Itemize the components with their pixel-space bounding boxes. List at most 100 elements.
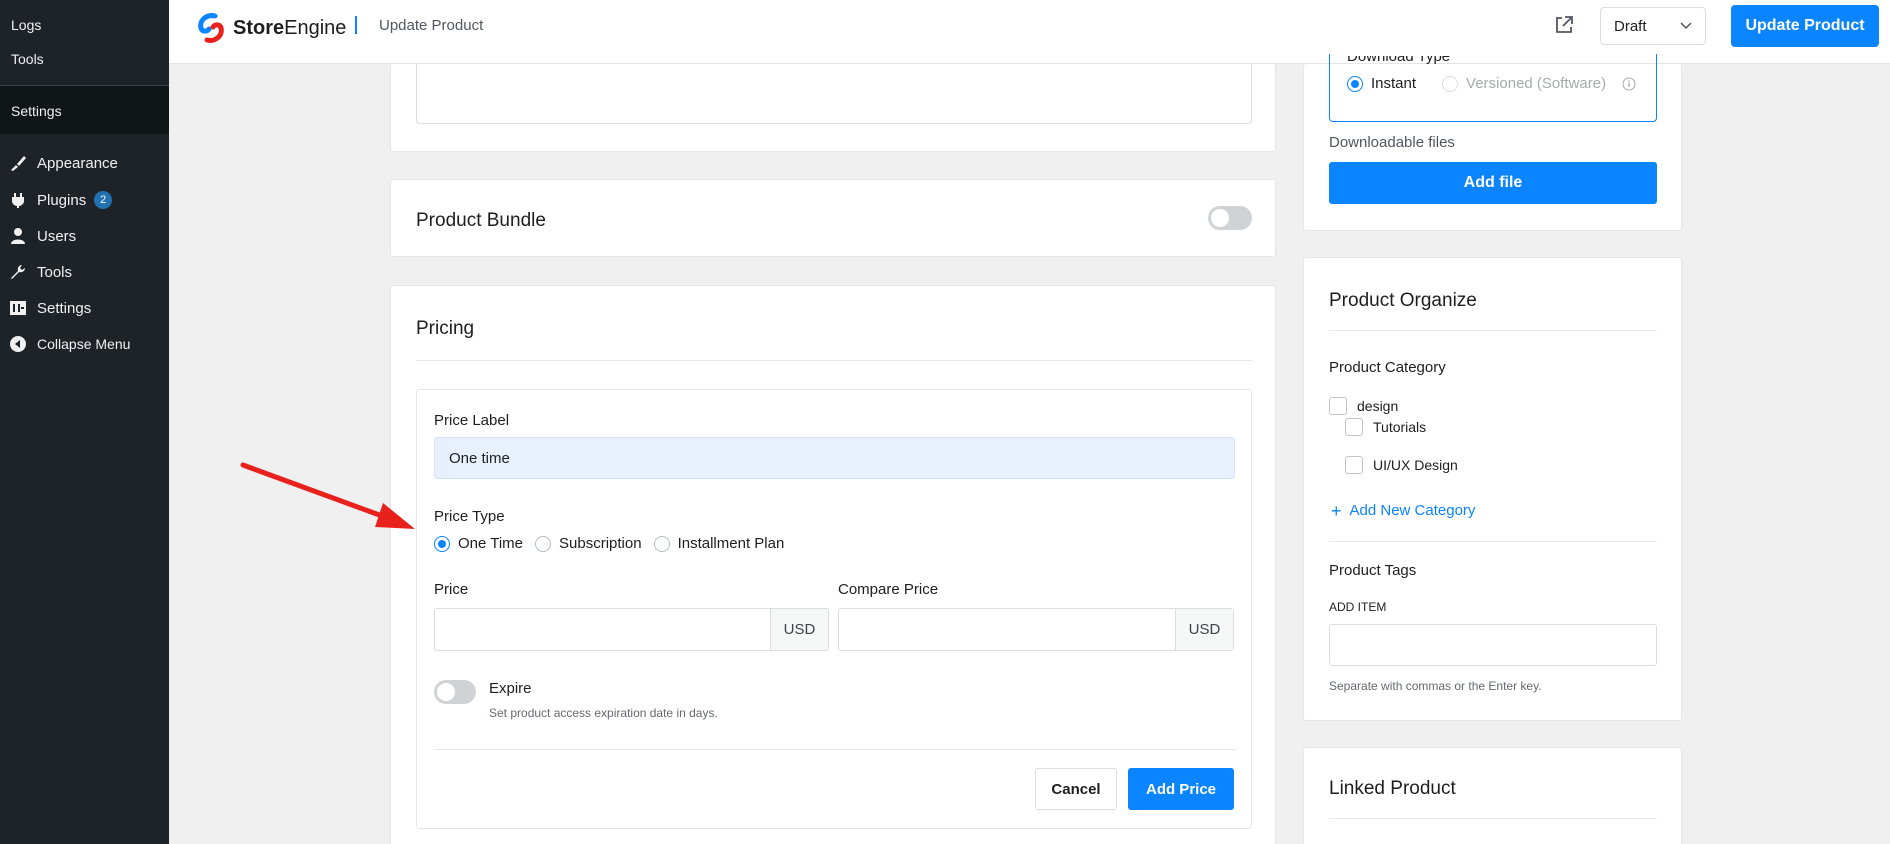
sidebar-item-tools[interactable]: Tools — [9, 261, 72, 283]
price-label-title: Price Label — [434, 412, 510, 429]
expire-title: Expire — [489, 680, 532, 697]
logo-text-light: Engine — [284, 16, 347, 39]
section-title: Linked Product — [1329, 778, 1456, 799]
category-label: Tutorials — [1373, 419, 1427, 435]
category-label: design — [1357, 398, 1399, 414]
category-checkbox[interactable] — [1345, 418, 1363, 436]
sidebar-item-plugins[interactable]: Plugins 2 — [9, 189, 113, 211]
radio-label: Instant — [1371, 75, 1417, 92]
sidebar-item-label: Collapse Menu — [37, 336, 131, 352]
download-type-title: Download Type — [1347, 56, 1451, 65]
sidebar-item-label: Users — [37, 227, 77, 245]
price-form: Price Label One time Price Type One Time… — [416, 389, 1252, 829]
sidebar-item-label: Plugins — [37, 191, 87, 209]
add-file-button[interactable]: Add file — [1329, 162, 1657, 204]
storeengine-logo[interactable]: StoreEngine — [195, 12, 346, 44]
submenu-tools[interactable]: Tools — [11, 51, 44, 67]
radio-one-time[interactable] — [434, 535, 450, 552]
update-product-button[interactable]: Update Product — [1731, 5, 1879, 47]
add-price-button[interactable]: Add Price — [1128, 768, 1234, 810]
compare-price-title: Compare Price — [838, 581, 939, 598]
divider — [1329, 818, 1657, 819]
category-label: UI/UX Design — [1373, 457, 1458, 473]
category-item[interactable]: design — [1329, 397, 1398, 415]
info-icon[interactable] — [1622, 77, 1636, 91]
section-title: Product Organize — [1329, 290, 1477, 311]
price-type-title: Price Type — [434, 508, 505, 525]
price-title: Price — [434, 581, 469, 598]
radio-installment-plan[interactable] — [653, 535, 670, 552]
radio-versioned[interactable] — [1442, 75, 1459, 92]
radio-instant[interactable] — [1347, 75, 1363, 92]
chevron-down-icon — [1680, 22, 1692, 30]
update-count-badge: 2 — [94, 191, 113, 209]
divider — [1329, 330, 1657, 331]
price-type-radio-group: One Time Subscription Installment Plan — [434, 535, 784, 552]
sidebar-item-appearance[interactable]: Appearance — [9, 152, 118, 174]
product-tags-title: Product Tags — [1329, 562, 1417, 579]
status-value: Draft — [1614, 17, 1647, 35]
description-card — [390, 64, 1276, 152]
section-title: Product Bundle — [416, 210, 546, 231]
price-input[interactable]: USD — [434, 608, 829, 651]
collapse-icon — [9, 335, 27, 353]
category-item[interactable]: UI/UX Design — [1345, 456, 1458, 474]
plus-icon: + — [1331, 500, 1342, 521]
header-divider — [355, 16, 357, 34]
storeengine-logo-icon — [198, 13, 224, 43]
sidebar-item-label: Tools — [37, 263, 73, 281]
cancel-button[interactable]: Cancel — [1035, 768, 1117, 810]
expire-toggle[interactable] — [434, 680, 476, 704]
sidebar-item-label: Appearance — [37, 154, 118, 172]
currency-suffix: USD — [1175, 609, 1233, 650]
radio-label: Installment Plan — [677, 535, 785, 552]
download-card: Download Type Instant Versioned (Softwar… — [1303, 54, 1682, 231]
divider — [434, 749, 1235, 750]
category-checkbox[interactable] — [1329, 397, 1347, 415]
submenu-settings[interactable]: Settings — [11, 103, 62, 119]
radio-label: One Time — [458, 535, 524, 552]
wrench-icon — [9, 263, 27, 281]
description-editor[interactable] — [416, 64, 1252, 124]
settings-icon — [9, 299, 27, 317]
divider — [1329, 541, 1657, 542]
collapse-menu-button[interactable]: Collapse Menu — [9, 333, 130, 355]
submenu-logs[interactable]: Logs — [11, 17, 41, 33]
user-icon — [9, 227, 27, 245]
add-category-label: Add New Category — [1349, 502, 1476, 519]
category-item[interactable]: Tutorials — [1345, 418, 1426, 436]
product-bundle-toggle[interactable] — [1208, 206, 1252, 230]
currency-suffix: USD — [770, 609, 828, 650]
sidebar-item-label: Settings — [37, 299, 92, 317]
external-link-icon[interactable] — [1553, 14, 1575, 36]
price-label-input[interactable]: One time — [434, 437, 1235, 479]
linked-product-card: Linked Product — [1303, 747, 1682, 844]
pricing-card: Pricing Price Label One time Price Type … — [390, 285, 1276, 844]
settings-submenu: Settings — [0, 86, 169, 134]
plugin-icon — [9, 191, 27, 209]
logo-text-bold: Store — [233, 16, 285, 39]
product-organize-card: Product Organize Product Category design… — [1303, 257, 1682, 721]
product-bundle-card: Product Bundle — [390, 179, 1276, 257]
status-select[interactable]: Draft — [1600, 7, 1706, 45]
page-title: Update Product — [379, 17, 484, 34]
annotation-arrow-icon — [240, 462, 415, 529]
sidebar-item-users[interactable]: Users — [9, 225, 76, 247]
expire-help-text: Set product access expiration date in da… — [489, 706, 718, 720]
add-new-category-link[interactable]: + Add New Category — [1331, 500, 1476, 521]
radio-label: Subscription — [559, 535, 642, 552]
compare-price-input[interactable]: USD — [838, 608, 1234, 651]
category-checkbox[interactable] — [1345, 456, 1363, 474]
section-title: Pricing — [416, 318, 475, 339]
product-category-title: Product Category — [1329, 359, 1446, 376]
download-type-box: Download Type Instant Versioned (Softwar… — [1329, 54, 1657, 122]
radio-subscription[interactable] — [535, 535, 552, 552]
tags-help-text: Separate with commas or the Enter key. — [1329, 679, 1542, 693]
admin-sidebar: Logs Tools Settings Appearance Plugins 2… — [0, 0, 169, 844]
divider — [416, 360, 1252, 361]
radio-label: Versioned (Software) — [1466, 75, 1607, 92]
downloadable-files-title: Downloadable files — [1329, 134, 1455, 151]
add-item-label: ADD ITEM — [1329, 600, 1387, 614]
sidebar-item-settings[interactable]: Settings — [9, 297, 91, 319]
tags-input[interactable] — [1329, 624, 1657, 666]
